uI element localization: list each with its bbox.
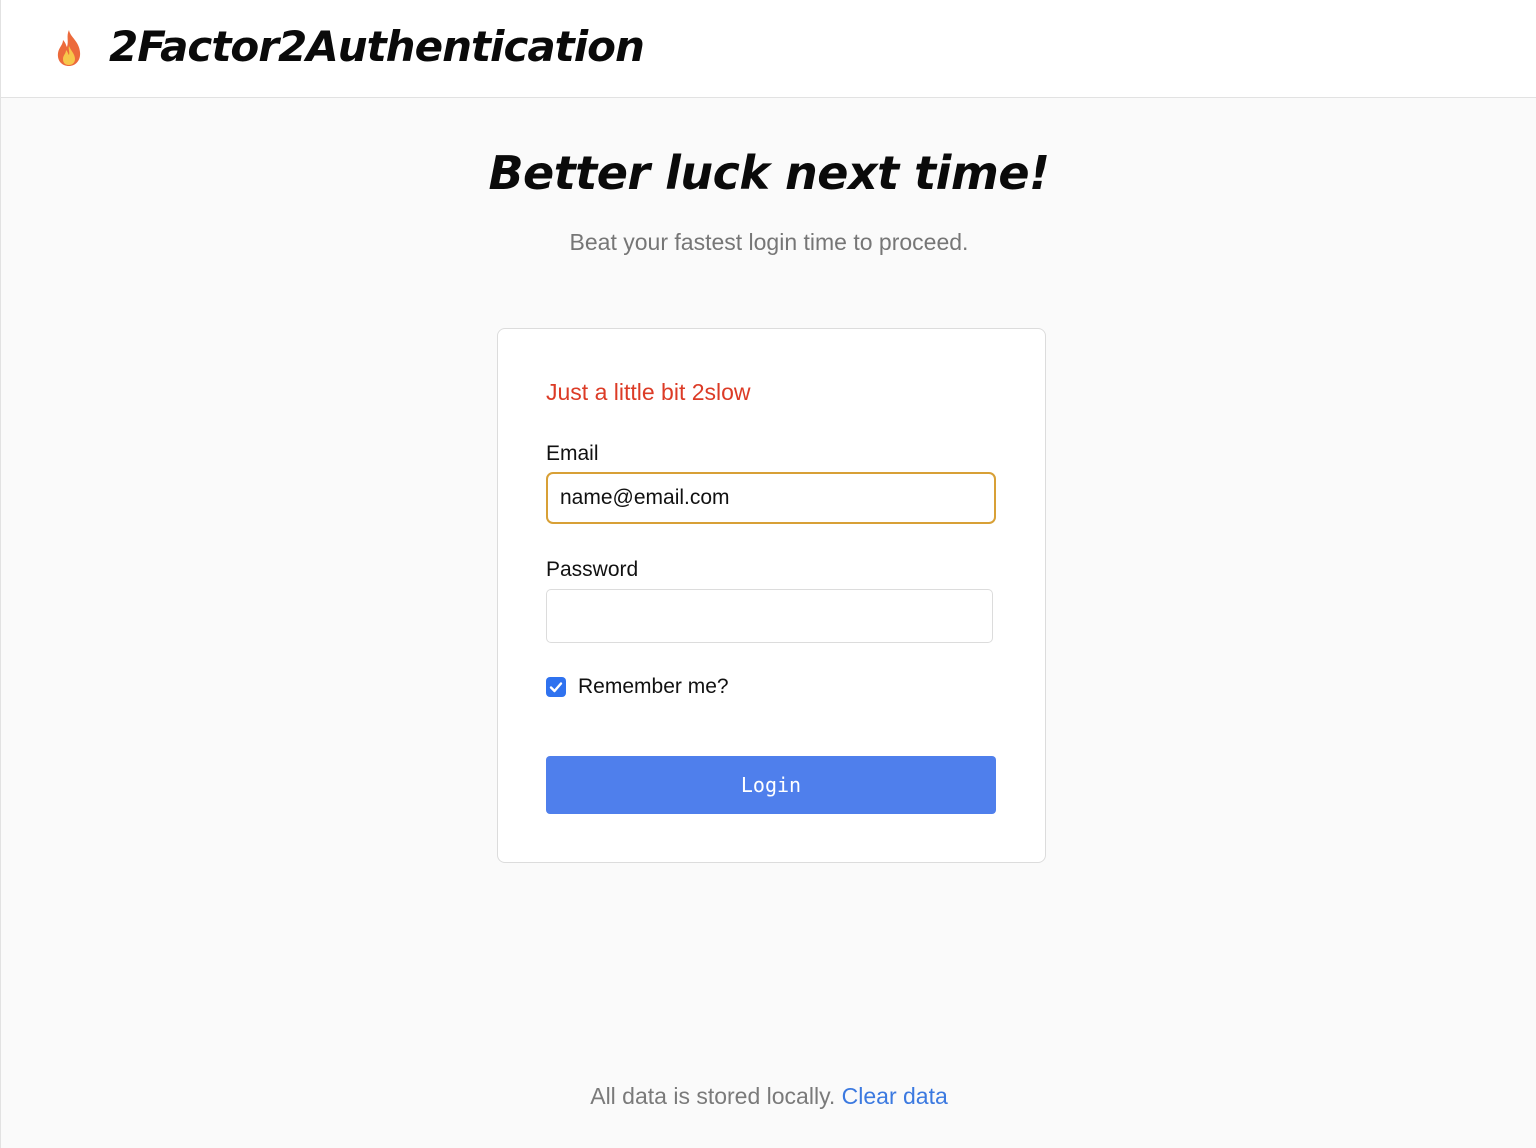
remember-me-label[interactable]: Remember me? bbox=[578, 675, 729, 699]
top-bar: 2Factor2Authentication bbox=[1, 0, 1536, 98]
app-page: 2Factor2Authentication Better luck next … bbox=[0, 0, 1536, 1148]
footer: All data is stored locally. Clear data bbox=[1, 1083, 1536, 1110]
page-heading: Better luck next time! bbox=[488, 146, 1050, 200]
email-label: Email bbox=[546, 442, 599, 465]
app-title: 2Factor2Authentication bbox=[109, 22, 645, 71]
page-subheading: Beat your fastest login time to proceed. bbox=[569, 229, 969, 255]
login-card: Just a little bit 2slow Email Password R… bbox=[497, 328, 1046, 863]
email-input[interactable] bbox=[546, 472, 996, 524]
remember-me-checkbox[interactable] bbox=[546, 677, 566, 697]
footer-text: All data is stored locally. bbox=[590, 1083, 836, 1109]
password-label: Password bbox=[546, 558, 639, 581]
error-message: Just a little bit 2slow bbox=[546, 379, 751, 405]
clear-data-link[interactable]: Clear data bbox=[842, 1083, 948, 1109]
password-input[interactable] bbox=[546, 589, 993, 643]
login-button[interactable]: Login bbox=[546, 756, 996, 814]
fire-icon bbox=[53, 28, 85, 68]
checkmark-icon bbox=[549, 682, 563, 693]
